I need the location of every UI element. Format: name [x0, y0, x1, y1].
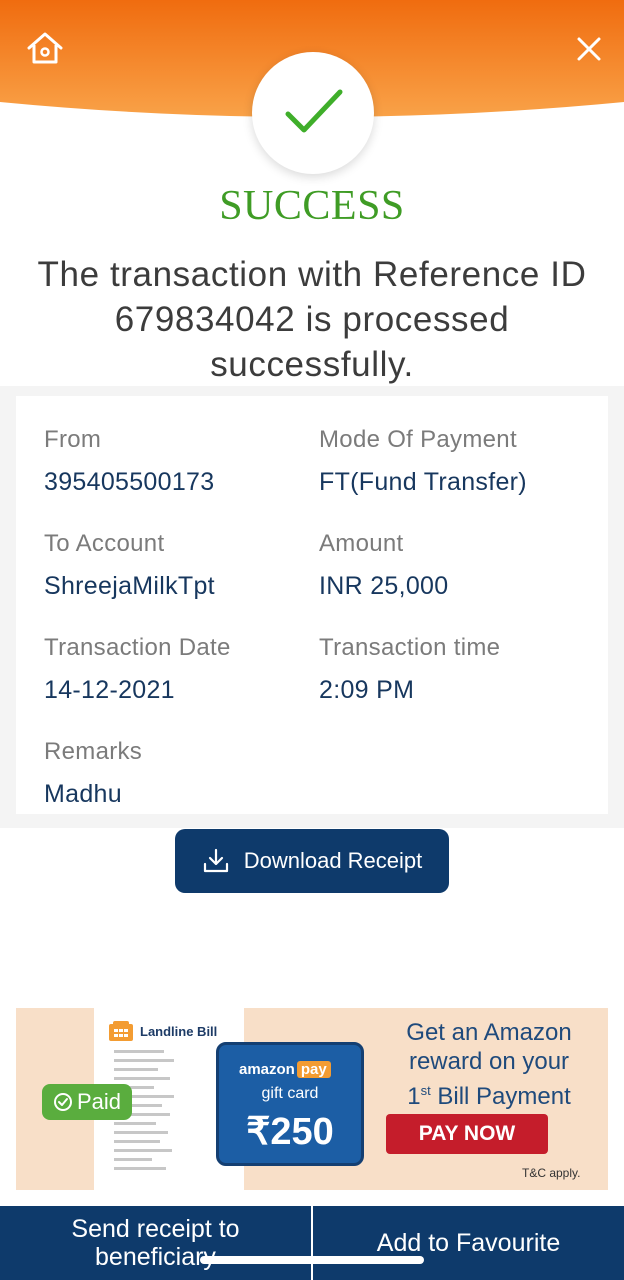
send-receipt-label-line1: Send receipt to: [71, 1215, 240, 1243]
add-to-favourite-label: Add to Favourite: [376, 1229, 561, 1257]
paid-badge: Paid: [42, 1084, 132, 1120]
remarks-field: Remarks Madhu: [44, 738, 142, 809]
checkmark-icon: [285, 89, 343, 133]
transaction-time-field: Transaction time 2:09 PM: [319, 634, 500, 705]
amount-label: Amount: [319, 530, 404, 557]
mode-of-payment-label: Mode Of Payment: [319, 426, 517, 453]
paid-label: Paid: [76, 1089, 122, 1114]
gift-card-subtitle: gift card: [261, 1085, 319, 1102]
home-icon: [27, 32, 63, 64]
download-receipt-label: Download Receipt: [243, 848, 423, 873]
to-account-label: To Account: [44, 530, 165, 557]
close-button[interactable]: [568, 28, 610, 70]
add-to-favourite-button[interactable]: Add to Favourite: [313, 1206, 624, 1280]
bill-header: Landline Bill: [108, 1020, 217, 1042]
transaction-time-value: 2:09 PM: [319, 676, 415, 704]
promo-line-3-ordinal: st: [420, 1083, 431, 1098]
success-title: SUCCESS: [219, 183, 405, 229]
promo-text: Get an Amazon reward on your 1st Bill Pa…: [384, 1018, 594, 1111]
from-field: From 395405500173: [44, 426, 214, 497]
bottom-action-bar: Send receipt to beneficiary Add to Favou…: [0, 1206, 624, 1280]
home-indicator[interactable]: [200, 1256, 424, 1264]
home-button[interactable]: [24, 28, 66, 70]
to-account-value: ShreejaMilkTpt: [44, 572, 215, 600]
transaction-date-field: Transaction Date 14-12-2021: [44, 634, 231, 705]
amazon-brand-text: amazon: [239, 1061, 295, 1078]
remarks-label: Remarks: [44, 738, 143, 765]
pay-brand-text: pay: [296, 1061, 331, 1078]
mode-of-payment-value: FT(Fund Transfer): [319, 468, 527, 496]
amazon-pay-logo: amazon pay: [239, 1061, 331, 1078]
promo-banner[interactable]: Landline Bill Paid amazon pay gift card …: [16, 1008, 608, 1190]
amount-field: Amount INR 25,000: [319, 530, 448, 601]
gift-card-amount: ₹250: [246, 1111, 334, 1153]
mode-of-payment-field: Mode Of Payment FT(Fund Transfer): [319, 426, 527, 497]
terms-text: T&C apply.: [522, 1166, 581, 1180]
bill-title: Landline Bill: [140, 1023, 218, 1039]
to-account-field: To Account ShreejaMilkTpt: [44, 530, 215, 601]
promo-line-2: reward on your: [408, 1048, 570, 1075]
amazon-pay-gift-card: amazon pay gift card ₹250: [216, 1042, 364, 1166]
promo-line-3-rest: Bill Payment: [430, 1083, 571, 1110]
send-receipt-button[interactable]: Send receipt to beneficiary: [0, 1206, 311, 1280]
success-status-badge: [252, 52, 374, 174]
download-receipt-button[interactable]: Download Receipt: [175, 829, 449, 893]
transaction-date-value: 14-12-2021: [44, 676, 175, 704]
transaction-date-label: Transaction Date: [44, 634, 231, 661]
pay-now-button[interactable]: PAY NOW: [386, 1114, 548, 1154]
from-label: From: [44, 426, 102, 453]
close-icon: [577, 37, 601, 61]
promo-line-3: 1st Bill Payment: [384, 1076, 594, 1111]
landline-phone-icon: [109, 1021, 133, 1041]
check-circle-icon: [53, 1093, 72, 1111]
transaction-time-label: Transaction time: [319, 634, 501, 661]
transaction-message: The transaction with Reference ID 679834…: [37, 255, 587, 384]
remarks-value: Madhu: [44, 780, 122, 808]
promo-line-1: Get an Amazon: [406, 1019, 572, 1046]
amount-value: INR 25,000: [319, 572, 449, 600]
download-icon: [203, 848, 228, 873]
from-value: 395405500173: [44, 468, 215, 496]
promo-line-3-number: 1: [407, 1083, 421, 1110]
transaction-details-card: From 395405500173 Mode Of Payment FT(Fun…: [16, 396, 608, 814]
